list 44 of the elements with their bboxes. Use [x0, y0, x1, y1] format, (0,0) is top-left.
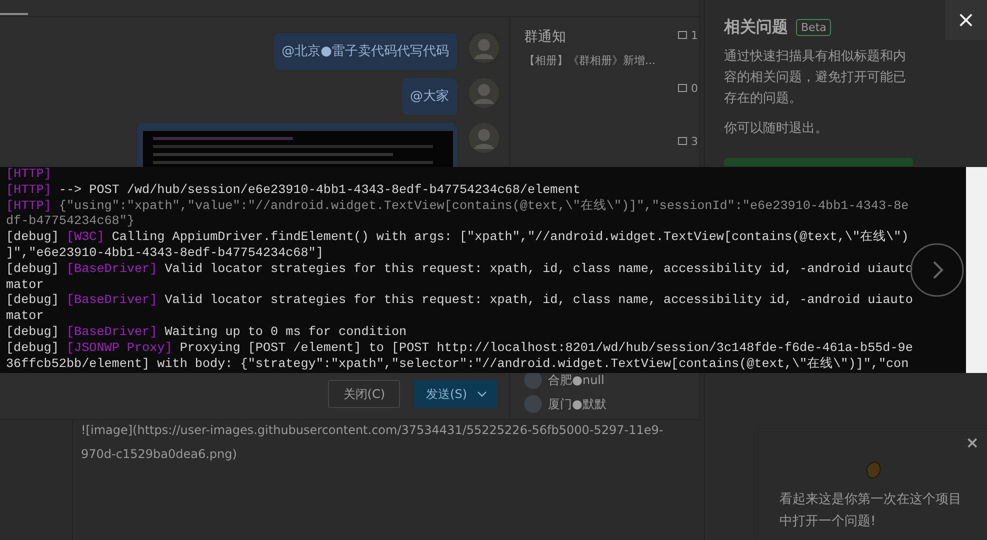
log-line: df-b47754234c68"} — [6, 214, 136, 230]
log-line: [HTTP] — [6, 167, 52, 183]
log-line: 36ffcb52bb/element] with body: {"strategy":"xpath","selector":"//android.widget.TextView[contains(@text,\"在线\")]","con — [6, 356, 910, 372]
chat-button[interactable]: 发送(S) — [414, 380, 497, 408]
group-notice-preview: 【相册】《群相册》新增... — [524, 54, 656, 68]
related-issues-description: 通过快速扫描具有相似标题和内容的相关问题，避免打开可能已存在的问题。 — [724, 48, 907, 108]
avatar — [524, 371, 542, 389]
avatar — [469, 78, 499, 108]
active-tab-underline — [0, 13, 28, 15]
log-line: [debug] [JSONWP Proxy] Proxying [POST /element] to [POST http://localhost:8201/wd/hub/session/3c148fde-f6de-461a-b55d-9e — [6, 340, 914, 356]
member-item[interactable]: 厦门●默默 — [524, 395, 676, 413]
beta-badge: Beta — [796, 19, 832, 36]
log-line: [debug] [BaseDriver] Waiting up to 0 ms for condition — [6, 324, 408, 341]
avatar — [524, 395, 542, 413]
chat-button[interactable]: 关闭(C) — [328, 380, 400, 408]
close-button[interactable]: × — [945, 0, 987, 40]
log-line: [HTTP] {"using":"xpath","value":"//android.widget.TextView[contains(@text,\"在线\")]","sessionId":"e6e23910-4bb1-4343-8e — [6, 198, 910, 214]
log-line: mator — [6, 278, 45, 294]
avatar — [469, 123, 499, 153]
log-line: [debug] [W3C] Calling AppiumDriver.findElement() with args: ["xpath","//android.widget.TextView[contains(@text,\"在线\") — [6, 230, 910, 246]
member-item[interactable]: 合肥●null — [524, 371, 676, 389]
group-notice-title: 群通知 — [524, 28, 567, 46]
avatar — [469, 33, 499, 63]
editor-text: ![image](https://user-images.githubusercontent.com/37534431/55225226-56fb5000-5297-11e9- — [81, 422, 664, 439]
log-line: ]","e6e23910-4bb1-4343-8edf-b47754234c68"] — [6, 246, 324, 262]
count-text: 1 — [691, 29, 698, 42]
message-bubble: @北京●雷子卖代码代写代码 — [274, 33, 457, 70]
message-bubble: @大家 — [402, 78, 457, 115]
comment-editor[interactable]: ![image](https://user-images.githubusercontent.com/37534431/55225226-56fb5000-5297-11e9- 970d-c1529ba0dea6.png) — [73, 418, 704, 528]
log-line: mator — [6, 309, 45, 325]
count-text: 0 — [691, 82, 698, 95]
related-issues-title: 相关问题 — [724, 17, 788, 38]
count-text: 3 — [691, 135, 698, 148]
caret-icon — [477, 391, 487, 397]
log-line: [HTTP] --> POST /wd/hub/session/e6e23910-4bb1-4343-8edf-b47754234c68/element — [6, 182, 582, 199]
log-line: [debug] [BaseDriver] Valid locator strategies for this request: xpath, id, class name, accessibility id, -android uiauto — [6, 262, 914, 278]
welcome-message: 看起来这是你第一次在这个项目中打开一个问题! — [780, 491, 962, 531]
editor-text: 970d-c1529ba0dea6.png) — [81, 446, 238, 463]
comment-icon — [678, 31, 687, 40]
comment-icon — [678, 84, 687, 93]
log-line: [debug] [BaseDriver] Valid locator strategies for this request: xpath, id, class name, accessibility id, -android uiauto — [6, 293, 914, 310]
close-button[interactable]: × — [966, 433, 979, 452]
opt-out-note: 你可以随时退出。 — [724, 120, 829, 137]
comment-icon — [678, 137, 687, 146]
